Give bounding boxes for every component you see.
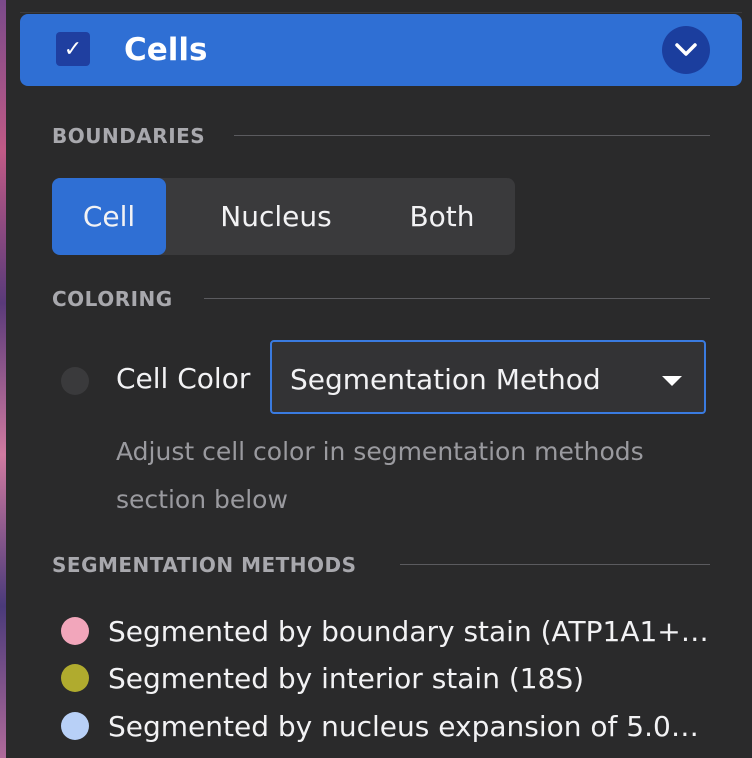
chevron-down-icon [675,43,697,56]
segmentation-method-item: Segmented by nucleus expansion of 5.0… [61,706,728,746]
cells-visibility-checkbox[interactable]: ✓ [56,32,90,66]
boundary-option-nucleus[interactable]: Nucleus [186,178,366,255]
caret-down-icon [662,376,682,386]
collapse-button[interactable] [662,26,710,74]
previous-section-edge [20,0,742,13]
pink-dot-icon [61,617,89,645]
divider [400,564,710,565]
coloring-hint: Adjust cell color in segmentation method… [116,437,644,514]
divider [234,135,710,136]
section-title: Cells [124,32,208,68]
background-image-edge [0,0,6,758]
boundary-option-both[interactable]: Both [382,178,502,255]
light-blue-dot-icon [61,712,89,740]
boundaries-toggle-group: Cell Nucleus Both [52,178,515,255]
select-value: Segmentation Method [290,363,601,396]
boundary-option-cell[interactable]: Cell [52,178,166,255]
coloring-heading: COLORING [52,287,173,311]
segmentation-method-label: Segmented by boundary stain (ATP1A1+… [108,614,709,648]
cell-color-label: Cell Color [116,362,251,395]
cell-color-select[interactable]: Segmentation Method [270,340,706,414]
cell-color-radio[interactable] [61,367,89,395]
segmentation-method-label: Segmented by interior stain (18S) [108,661,585,695]
segmentation-method-label: Segmented by nucleus expansion of 5.0… [108,709,699,743]
olive-dot-icon [61,664,89,692]
cells-section-header[interactable]: ✓ Cells [20,14,742,86]
segmentation-method-item: Segmented by boundary stain (ATP1A1+… [61,611,728,651]
segmentation-methods-heading: SEGMENTATION METHODS [52,553,357,577]
divider [204,298,710,299]
segmentation-method-item: Segmented by interior stain (18S) [61,658,728,698]
checkmark-icon: ✓ [63,36,83,62]
boundaries-heading: BOUNDARIES [52,124,206,148]
